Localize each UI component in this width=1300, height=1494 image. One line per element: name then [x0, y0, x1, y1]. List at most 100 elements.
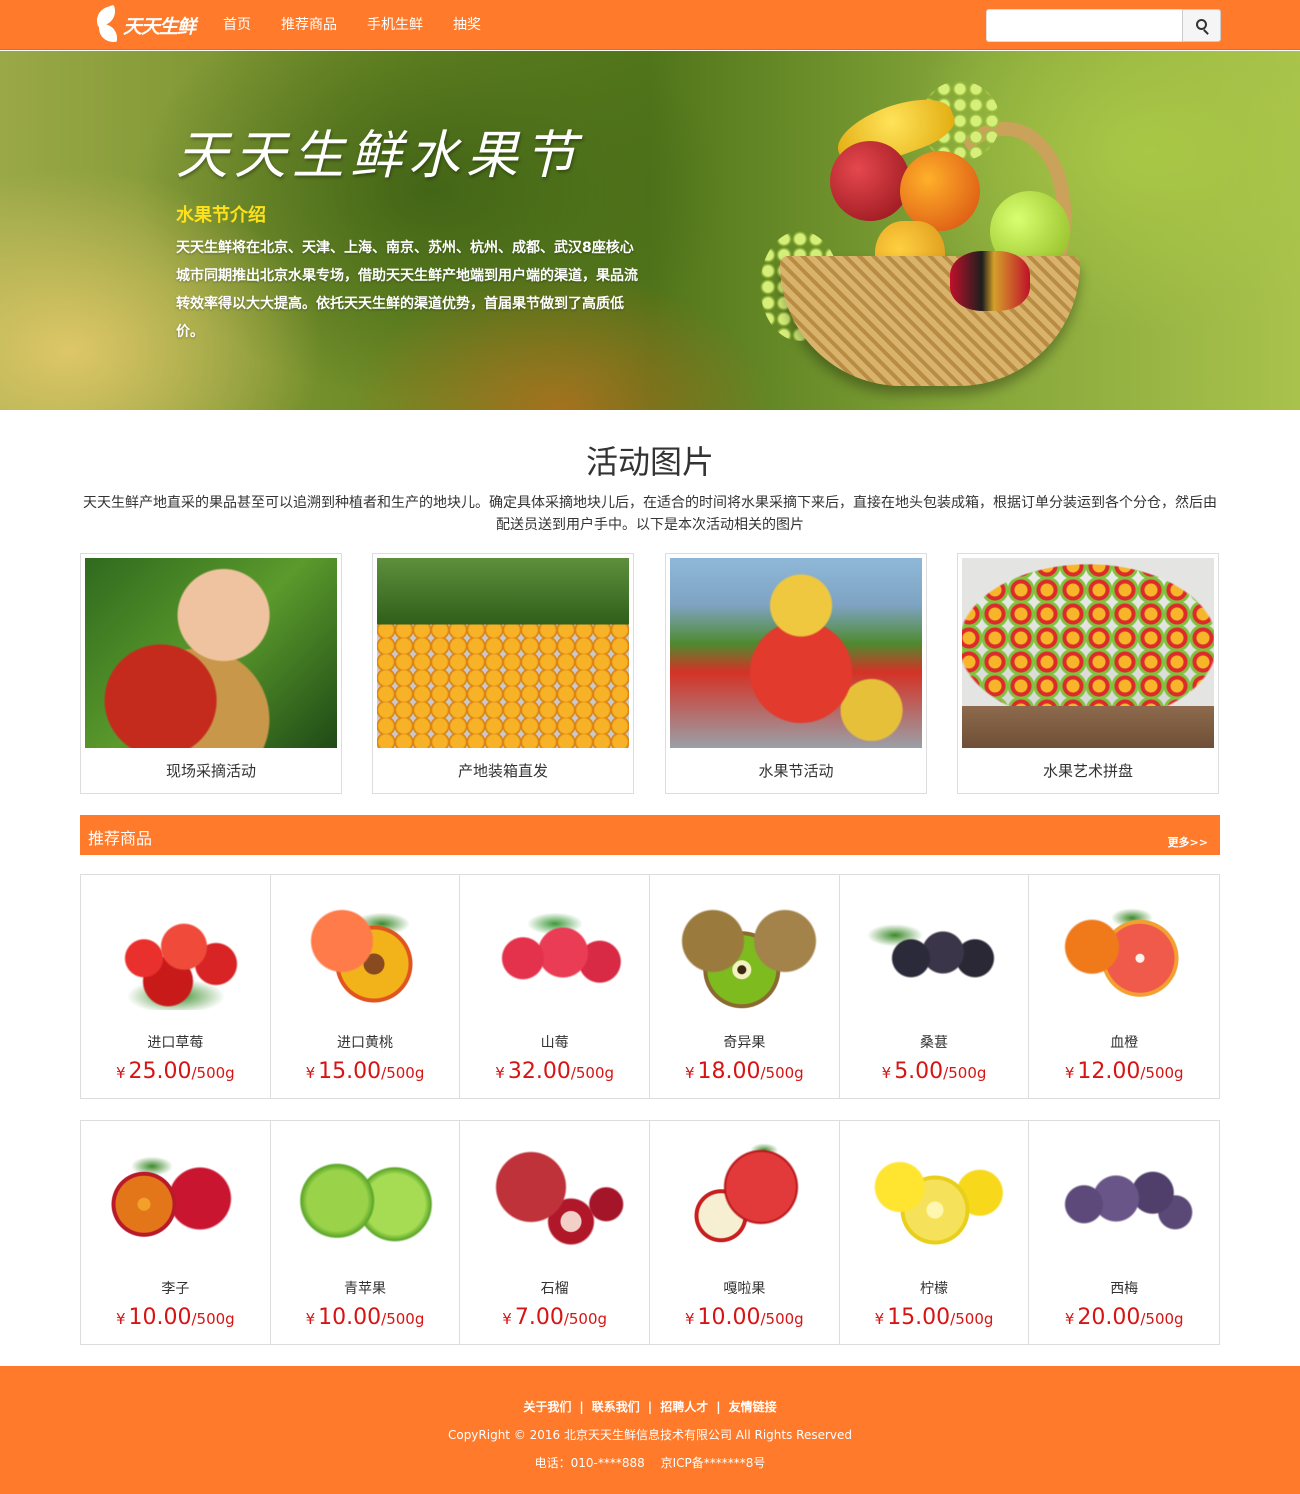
price-unit: /500g — [1140, 1064, 1184, 1082]
activity-card[interactable]: 产地装箱直发 — [372, 553, 634, 794]
price-unit: /500g — [381, 1310, 425, 1328]
product-grid-row: 进口草莓 ¥25.00/500g 进口黄桃 ¥15.00/500g 山莓 ¥32.00/5… — [80, 874, 1220, 1099]
banner-description: 天天生鲜将在北京、天津、上海、南京、苏州、杭州、成都、武汉8座核心城市同期推出北… — [176, 240, 638, 340]
footer-link-friends[interactable]: 友情链接 — [729, 1400, 777, 1414]
product-image — [1044, 895, 1205, 1010]
activity-caption: 现场采摘活动 — [165, 762, 256, 780]
product-name: 进口草莓 — [147, 1035, 204, 1051]
fruit-basket-image — [760, 81, 1100, 401]
picking-activity-photo — [85, 558, 337, 748]
activity-card[interactable]: 水果艺术拼盘 — [957, 553, 1219, 794]
currency-symbol: ¥ — [1064, 1310, 1075, 1328]
price-unit: /500g — [191, 1064, 235, 1082]
product-name: 柠檬 — [920, 1281, 949, 1297]
recommend-header: 推荐商品 更多>> — [80, 815, 1220, 855]
product-card[interactable]: 进口黄桃 ¥15.00/500g — [271, 875, 461, 1098]
product-card[interactable]: 青苹果 ¥10.00/500g — [271, 1121, 461, 1344]
logo-text: 天天生鲜 — [123, 15, 196, 38]
product-price: ¥32.00/500g — [460, 1059, 649, 1084]
search-button[interactable] — [1182, 9, 1221, 42]
site-footer: 关于我们 | 联系我们 | 招聘人才 | 友情链接 CopyRight © 2016 北京天… — [0, 1366, 1300, 1494]
price-unit: /500g — [570, 1064, 615, 1082]
product-price: ¥15.00/500g — [840, 1305, 1029, 1330]
currency-symbol: ¥ — [305, 1310, 316, 1328]
product-card[interactable]: 血橙 ¥12.00/500g — [1029, 875, 1219, 1098]
currency-symbol: ¥ — [502, 1310, 512, 1328]
product-image — [665, 895, 826, 1010]
currency-symbol: ¥ — [495, 1064, 505, 1082]
price-unit: /500g — [381, 1064, 425, 1082]
product-price: ¥12.00/500g — [1029, 1059, 1219, 1084]
price-value: 32.00 — [507, 1059, 571, 1084]
activity-intro: 天天生鲜产地直采的果品甚至可以追溯到种植者和生产的地块儿。确定具体采摘地块儿后，… — [83, 495, 1217, 533]
nav-item-mobile[interactable]: 手机生鲜 — [352, 0, 438, 50]
product-price: ¥5.00/500g — [840, 1059, 1029, 1084]
price-value: 7.00 — [514, 1305, 564, 1330]
footer-link-contact[interactable]: 联系我们 — [592, 1400, 640, 1414]
product-price: ¥20.00/500g — [1029, 1305, 1219, 1330]
currency-symbol: ¥ — [684, 1310, 695, 1328]
product-image — [1044, 1141, 1205, 1256]
product-card[interactable]: 柠檬 ¥15.00/500g — [840, 1121, 1030, 1344]
product-price: ¥25.00/500g — [81, 1059, 270, 1084]
site-logo[interactable]: 天天生鲜 — [92, 4, 196, 46]
nav-item-recommend[interactable]: 推荐商品 — [266, 0, 352, 50]
product-image — [854, 895, 1015, 1010]
product-image — [665, 1141, 826, 1256]
product-card[interactable]: 嘎啦果 ¥10.00/500g — [650, 1121, 840, 1344]
footer-link-about[interactable]: 关于我们 — [523, 1400, 571, 1414]
product-price: ¥10.00/500g — [650, 1305, 839, 1330]
product-card[interactable]: 奇异果 ¥18.00/500g — [650, 875, 840, 1098]
product-image — [96, 895, 256, 1010]
product-card[interactable]: 山莓 ¥32.00/500g — [460, 875, 651, 1098]
product-image — [285, 895, 446, 1010]
product-name: 桑葚 — [920, 1035, 949, 1051]
product-image — [475, 1141, 636, 1256]
product-card[interactable]: 西梅 ¥20.00/500g — [1029, 1121, 1219, 1344]
currency-symbol: ¥ — [874, 1310, 885, 1328]
footer-icp: 京ICP备*******8号 — [660, 1456, 766, 1470]
product-image — [854, 1141, 1015, 1256]
activity-card[interactable]: 现场采摘活动 — [80, 553, 342, 794]
product-card[interactable]: 桑葚 ¥5.00/500g — [840, 875, 1030, 1098]
footer-contact: 电话：010-****888 京ICP备*******8号 — [0, 1454, 1300, 1471]
price-value: 18.00 — [697, 1059, 761, 1084]
footer-link-jobs[interactable]: 招聘人才 — [660, 1400, 708, 1414]
price-unit: /500g — [563, 1310, 608, 1328]
price-value: 25.00 — [128, 1059, 192, 1084]
more-link[interactable]: 更多>> — [1168, 834, 1208, 850]
search-input[interactable] — [986, 9, 1182, 42]
main-nav: 首页 推荐商品 手机生鲜 抽奖 — [208, 0, 496, 50]
product-name: 血橙 — [1110, 1035, 1139, 1051]
currency-symbol: ¥ — [115, 1064, 126, 1082]
nav-item-lottery[interactable]: 抽奖 — [438, 0, 496, 50]
nav-item-home[interactable]: 首页 — [208, 0, 266, 50]
price-unit: /500g — [950, 1310, 994, 1328]
product-card[interactable]: 进口草莓 ¥25.00/500g — [81, 875, 271, 1098]
currency-symbol: ¥ — [115, 1310, 126, 1328]
product-price: ¥15.00/500g — [271, 1059, 460, 1084]
price-value: 10.00 — [697, 1305, 761, 1330]
product-card[interactable]: 李子 ¥10.00/500g — [81, 1121, 271, 1344]
footer-copyright: CopyRight © 2016 北京天天生鲜信息技术有限公司 All Righ… — [447, 1428, 853, 1442]
price-value: 5.00 — [894, 1059, 944, 1084]
banner-title: 天天生鲜水果节 — [176, 126, 583, 186]
product-name: 李子 — [161, 1281, 190, 1297]
footer-links: 关于我们 | 联系我们 | 招聘人才 | 友情链接 — [523, 1400, 777, 1414]
product-price: ¥18.00/500g — [650, 1059, 839, 1084]
activity-card[interactable]: 水果节活动 — [665, 553, 927, 794]
product-card[interactable]: 石榴 ¥7.00/500g — [460, 1121, 651, 1344]
price-value: 15.00 — [318, 1059, 382, 1084]
product-name: 石榴 — [540, 1281, 569, 1297]
search-bar — [986, 9, 1221, 42]
product-price: ¥10.00/500g — [81, 1305, 270, 1330]
product-name: 嘎啦果 — [723, 1281, 766, 1297]
product-price: ¥7.00/500g — [460, 1305, 649, 1330]
leaf-logo-icon — [92, 4, 121, 44]
product-name: 山莓 — [540, 1035, 569, 1051]
currency-symbol: ¥ — [881, 1064, 892, 1082]
price-value: 20.00 — [1077, 1305, 1141, 1330]
recommend-title: 推荐商品 — [88, 829, 153, 848]
activity-caption: 水果艺术拼盘 — [1042, 762, 1133, 780]
price-value: 12.00 — [1077, 1059, 1141, 1084]
